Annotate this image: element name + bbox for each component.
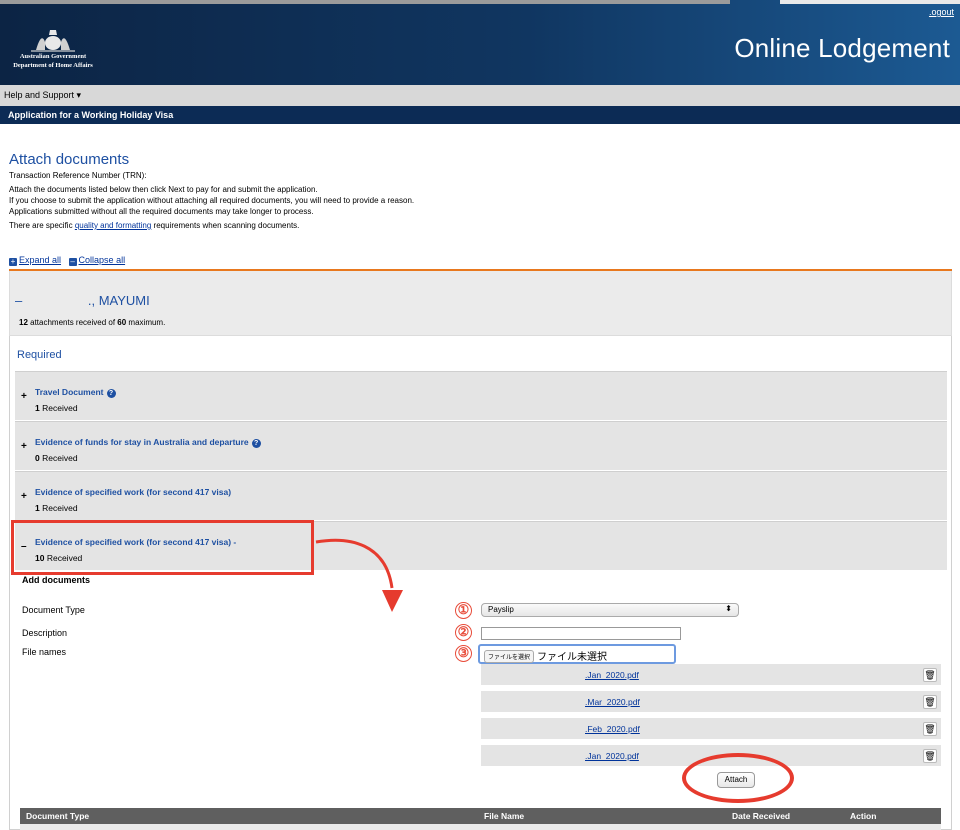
- doc-received-label: Received: [42, 403, 78, 413]
- site-title: Online Lodgement: [734, 33, 950, 63]
- help-menu-label[interactable]: Help and Support ▾: [4, 90, 81, 100]
- site-header: .ogout Australian Government Department …: [0, 0, 960, 85]
- logout-link[interactable]: .ogout: [929, 7, 954, 17]
- doc-title[interactable]: Travel Document?: [35, 387, 116, 398]
- select-arrows-icon: ⬍: [725, 604, 732, 613]
- applicant-name[interactable]: – ., MAYUMI: [15, 293, 150, 308]
- received-count: 12: [19, 318, 28, 327]
- file-row: .Feb_2020.pdf 🗑: [481, 718, 941, 741]
- expand-toggle[interactable]: +: [21, 491, 27, 502]
- applicant-toggle[interactable]: –: [15, 293, 22, 308]
- trn-label: Transaction Reference Number (TRN):: [9, 171, 147, 180]
- instruction-3: Applications submitted without all the r…: [9, 207, 314, 216]
- file-row: .Jan_2020.pdf 🗑: [481, 664, 941, 687]
- annotation-highlight-box: [11, 520, 314, 575]
- doc-count: 1: [35, 503, 40, 513]
- file-status: ファイル未選択: [537, 652, 608, 663]
- col-date-received[interactable]: Date Received: [732, 811, 790, 821]
- file-link[interactable]: .Feb_2020.pdf: [585, 724, 640, 734]
- col-file-name[interactable]: File Name: [484, 811, 524, 821]
- doc-row-specified-work-1[interactable]: + Evidence of specified work (for second…: [15, 471, 947, 520]
- browser-tab-strip-right: [780, 0, 960, 4]
- marker-1: ①: [455, 602, 472, 619]
- col-document-type[interactable]: Document Type: [26, 811, 89, 821]
- collapse-all-link[interactable]: Collapse all: [79, 255, 126, 265]
- received-text: attachments received of: [27, 318, 118, 327]
- file-names-label: File names: [22, 647, 67, 657]
- doc-received: 0 Received: [35, 453, 78, 463]
- expand-all-link[interactable]: Expand all: [19, 255, 61, 265]
- document-type-select[interactable]: Payslip ⬍: [481, 603, 739, 617]
- expand-toggle[interactable]: +: [21, 391, 27, 402]
- doc-count: 0: [35, 453, 40, 463]
- coat-of-arms-icon: [31, 30, 75, 52]
- instruction-4-pre: There are specific: [9, 221, 75, 230]
- max-text: maximum.: [126, 318, 166, 327]
- application-bar: Application for a Working Holiday Visa: [0, 106, 960, 124]
- gov-line-2: Department of Home Affairs: [13, 62, 93, 69]
- trash-icon[interactable]: 🗑: [923, 722, 937, 736]
- trash-icon[interactable]: 🗑: [923, 749, 937, 763]
- applicant-panel[interactable]: – ., MAYUMI 12 attachments received of 6…: [9, 271, 952, 336]
- doc-received: 1 Received: [35, 403, 78, 413]
- marker-2: ②: [455, 624, 472, 641]
- description-input[interactable]: [481, 627, 681, 640]
- doc-received-label: Received: [42, 503, 78, 513]
- help-icon[interactable]: ?: [251, 439, 261, 448]
- doc-title[interactable]: Evidence of specified work (for second 4…: [35, 487, 231, 497]
- doc-row-travel[interactable]: + Travel Document? 1 Received: [15, 371, 947, 420]
- instruction-4-post: requirements when scanning documents.: [151, 221, 300, 230]
- government-name: Australian Government Department of Home…: [0, 52, 106, 70]
- doc-received-label: Received: [42, 453, 78, 463]
- instruction-2: If you choose to submit the application …: [9, 196, 415, 205]
- trash-icon[interactable]: 🗑: [923, 668, 937, 682]
- attachments-table-header: Document Type File Name Date Received Ac…: [20, 808, 941, 824]
- doc-count: 1: [35, 403, 40, 413]
- help-icon[interactable]: ?: [106, 389, 116, 398]
- add-documents-heading: Add documents: [22, 575, 91, 585]
- trash-icon[interactable]: 🗑: [923, 695, 937, 709]
- file-link[interactable]: .Mar_2020.pdf: [585, 697, 640, 707]
- col-action: Action: [850, 811, 877, 821]
- expand-toggle[interactable]: +: [21, 441, 27, 452]
- attachment-count: 12 attachments received of 60 maximum.: [19, 318, 165, 327]
- max-count: 60: [117, 318, 127, 327]
- annotation-circle: [682, 753, 794, 803]
- quality-formatting-link[interactable]: quality and formatting: [75, 221, 152, 230]
- browser-tab-strip: [0, 0, 730, 4]
- file-row: .Mar_2020.pdf 🗑: [481, 691, 941, 714]
- doc-title-text[interactable]: Travel Document: [35, 387, 104, 397]
- choose-file-button[interactable]: ファイルを選択: [484, 650, 535, 663]
- doc-title-text[interactable]: Evidence of funds for stay in Australia …: [35, 437, 249, 447]
- file-link[interactable]: .Jan_2020.pdf: [585, 670, 639, 680]
- doc-title[interactable]: Evidence of funds for stay in Australia …: [35, 437, 261, 448]
- instruction-1: Attach the documents listed below then c…: [9, 185, 318, 194]
- doc-received: 1 Received: [35, 503, 78, 513]
- gov-line-1: Australian Government: [19, 53, 87, 60]
- applicant-name-text: ., MAYUMI: [87, 293, 150, 308]
- expand-collapse-controls: + Expand all – Collapse all: [9, 255, 125, 266]
- minus-icon: –: [68, 257, 77, 266]
- description-label: Description: [22, 628, 68, 638]
- document-type-label: Document Type: [22, 605, 85, 615]
- annotation-arrow-icon: [315, 538, 403, 612]
- help-menu[interactable]: Help and Support ▾: [0, 85, 960, 106]
- file-picker[interactable]: ファイルを選択 ファイル未選択: [478, 644, 676, 664]
- doc-row-funds[interactable]: + Evidence of funds for stay in Australi…: [15, 421, 947, 470]
- file-link[interactable]: .Jan_2020.pdf: [585, 751, 639, 761]
- plus-icon: +: [9, 257, 17, 266]
- marker-3: ③: [455, 645, 472, 662]
- instruction-4: There are specific quality and formattin…: [9, 221, 299, 230]
- page-title: Attach documents: [9, 151, 130, 168]
- attachments-table-row: [20, 824, 941, 830]
- document-type-value: Payslip: [488, 605, 514, 614]
- required-heading: Required: [17, 349, 62, 361]
